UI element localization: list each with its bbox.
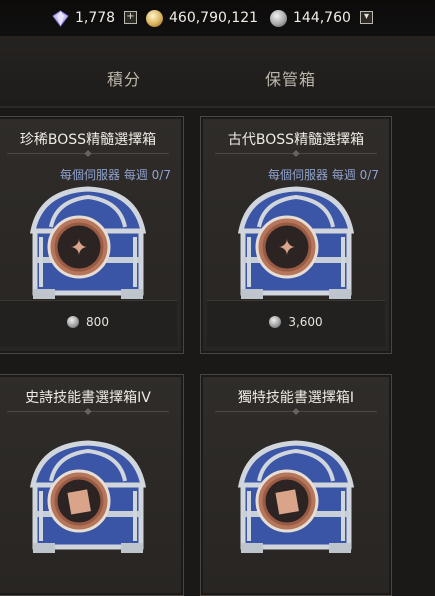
- gem-amount: 1,778: [75, 10, 116, 26]
- price: 3,600: [207, 315, 385, 329]
- currency-dropdown-button[interactable]: ▾: [360, 11, 373, 24]
- tab-points[interactable]: 積分: [107, 66, 141, 90]
- silver-amount: 144,760: [293, 10, 351, 26]
- add-gems-button[interactable]: +: [124, 11, 137, 24]
- card-title: 古代BOSS精髓選擇箱: [227, 132, 365, 148]
- price-area: 800: [0, 300, 177, 347]
- tab-storage[interactable]: 保管箱: [265, 66, 316, 90]
- tab-bar: 積分 保管箱: [0, 36, 435, 108]
- silver-balance: 144,760: [270, 8, 351, 28]
- card-title: 獨特技能書選擇箱I: [237, 390, 355, 406]
- treasure-chest-icon: [21, 437, 155, 557]
- purchase-limit: 每個伺服器 每週 0/7: [60, 168, 171, 182]
- shop-card-epic-skillbook-box[interactable]: 史詩技能書選擇箱IV: [0, 374, 184, 596]
- treasure-chest-icon: ✦: [21, 183, 155, 303]
- price-value: 800: [86, 315, 109, 329]
- card-title: 史詩技能書選擇箱IV: [25, 390, 151, 406]
- silver-coin-icon: [67, 316, 80, 328]
- shop-card-ancient-boss-box[interactable]: 古代BOSS精髓選擇箱 每個伺服器 每週 0/7 ✦ 3,600: [200, 116, 392, 354]
- title-divider: [7, 411, 169, 412]
- gold-amount: 460,790,121: [169, 10, 259, 26]
- treasure-chest-icon: ✦: [229, 183, 363, 303]
- gold-coin-icon: [146, 9, 163, 27]
- shop-card-unique-skillbook-box[interactable]: 獨特技能書選擇箱I: [200, 374, 392, 596]
- silver-coin-icon: [269, 316, 282, 328]
- title-divider: [7, 153, 169, 154]
- gold-balance: 460,790,121: [146, 8, 258, 28]
- title-divider: [215, 153, 377, 154]
- tab-divider: [0, 106, 435, 108]
- title-divider: [215, 411, 377, 412]
- currency-bar: 1,778 + 460,790,121 144,760 ▾: [0, 0, 435, 36]
- treasure-chest-icon: [229, 437, 363, 557]
- svg-text:✦: ✦: [70, 236, 88, 261]
- silver-coin-icon: [270, 9, 287, 27]
- card-title: 珍稀BOSS精髓選擇箱: [19, 132, 157, 148]
- price-area: 3,600: [207, 300, 385, 347]
- gem-icon: [52, 9, 69, 27]
- price-value: 3,600: [288, 315, 323, 329]
- purchase-limit: 每個伺服器 每週 0/7: [268, 168, 379, 182]
- svg-text:✦: ✦: [278, 236, 296, 261]
- shop-card-rare-boss-box[interactable]: 珍稀BOSS精髓選擇箱 每個伺服器 每週 0/7 ✦ 800: [0, 116, 184, 354]
- price: 800: [0, 315, 177, 329]
- gem-balance: 1,778: [52, 8, 115, 28]
